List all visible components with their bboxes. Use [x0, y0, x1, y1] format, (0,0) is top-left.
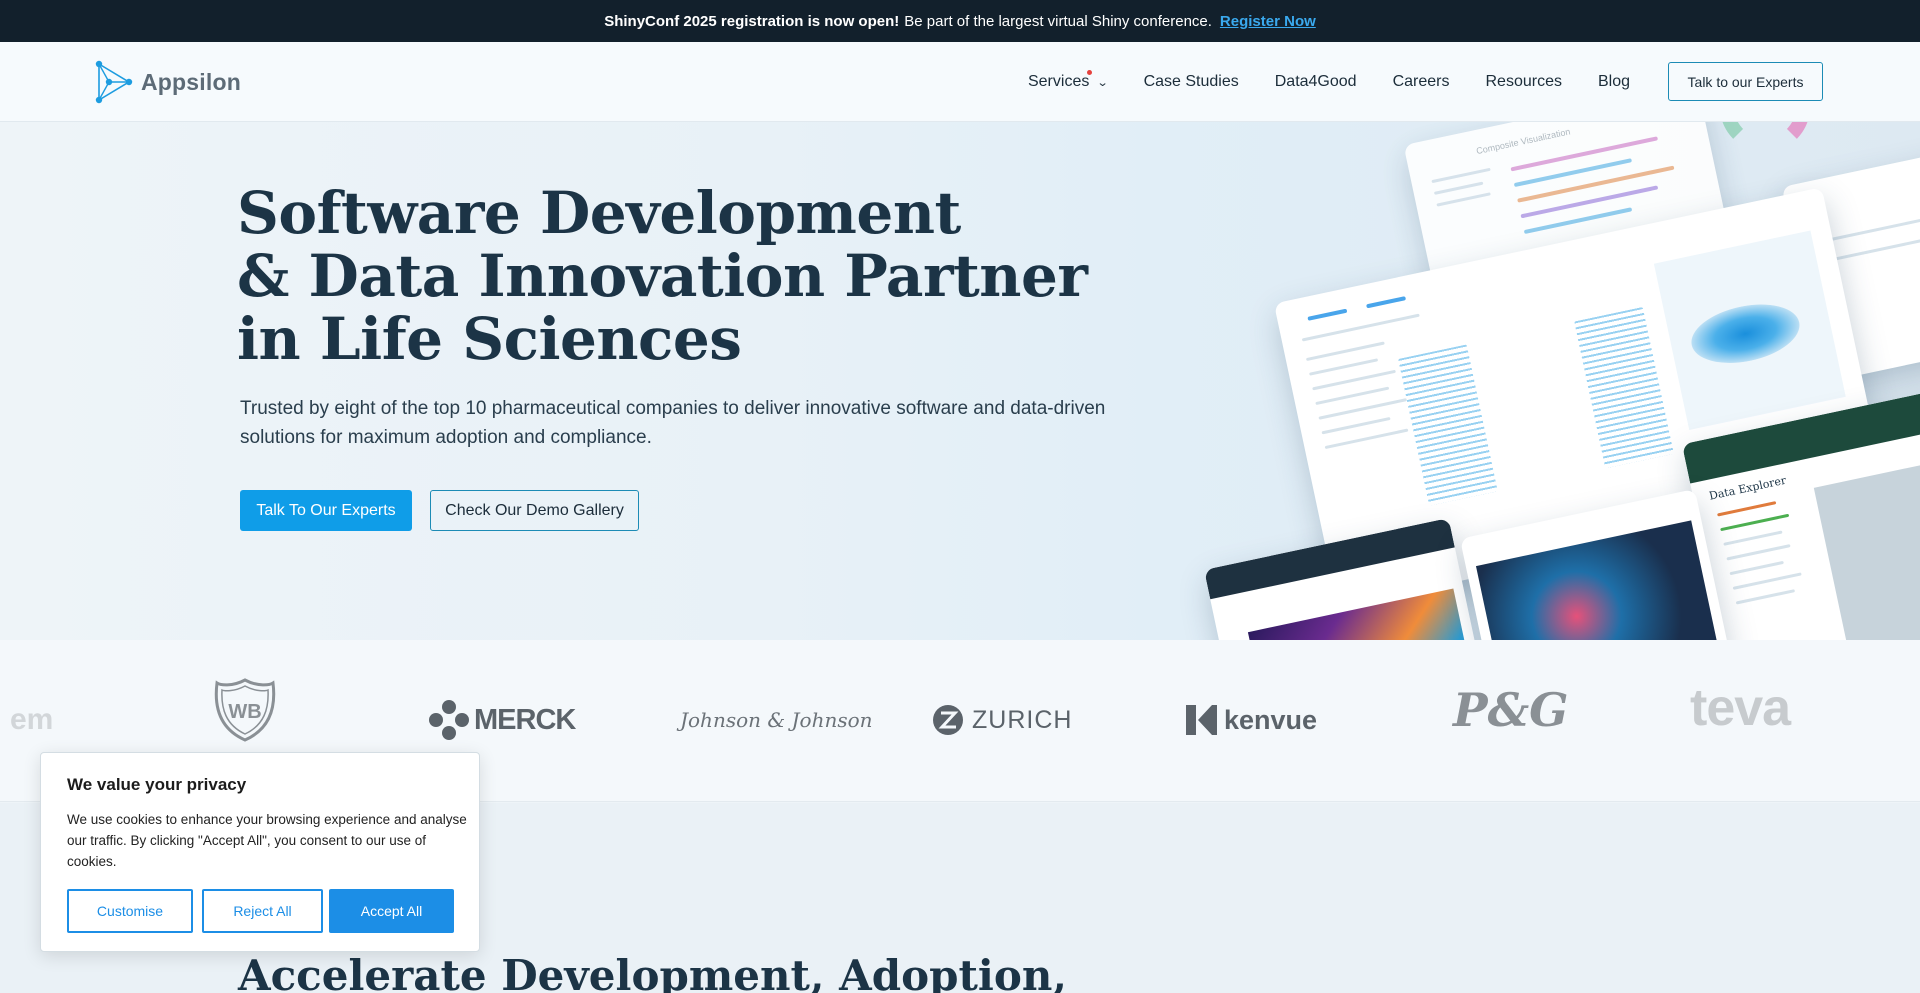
merck-mark-icon [429, 700, 469, 740]
reject-all-button[interactable]: Reject All [202, 889, 323, 933]
main-nav: Services ⌄ Case Studies Data4Good Career… [1028, 42, 1630, 122]
logo-zurich: ZURICH [932, 698, 1072, 742]
hero-title-line: & Data Innovation Partner [237, 242, 1088, 310]
nav-item-data4good[interactable]: Data4Good [1275, 73, 1357, 91]
hero-title-line: Software Development [237, 179, 961, 247]
zurich-mark-icon [933, 705, 963, 735]
announcement-bold: ShinyConf 2025 registration is now open! [604, 12, 900, 30]
logo-kenvue: kenvue [1184, 698, 1317, 742]
nav-item-services[interactable]: Services ⌄ [1027, 70, 1109, 91]
appsilon-logo-icon [95, 60, 133, 104]
kenvue-text: kenvue [1224, 704, 1318, 735]
cookie-title: We value your privacy [67, 775, 247, 794]
kenvue-mark-icon [1186, 705, 1217, 735]
nav-item-careers[interactable]: Careers [1393, 73, 1450, 91]
hero-title: Software Development & Data Innovation P… [237, 179, 1088, 373]
announcement-text: Be part of the largest virtual Shiny con… [904, 12, 1212, 30]
nav-item-label: Services [1027, 73, 1090, 90]
talk-to-experts-button[interactable]: Talk to our Experts [1668, 62, 1823, 101]
nav-item-blog[interactable]: Blog [1598, 73, 1630, 91]
customise-button[interactable]: Customise [67, 889, 193, 933]
hero-title-line: in Life Sciences [237, 305, 742, 373]
mockup-title: Data Explorer [1707, 473, 1788, 503]
logo[interactable]: Appsilon [95, 60, 241, 104]
mockup-title: Composite Visualization [1475, 126, 1572, 157]
logo-merck: MERCK [428, 698, 576, 742]
cookie-text: We use cookies to enhance your browsing … [67, 812, 467, 869]
hero-section: Software Development & Data Innovation P… [0, 122, 1920, 640]
logo-text: Appsilon [141, 68, 241, 95]
merck-text: MERCK [474, 703, 576, 736]
register-now-link[interactable]: Register Now [1220, 13, 1316, 30]
logo-teva: teva [1690, 679, 1791, 737]
cookie-consent-dialog: We value your privacy We use cookies to … [40, 752, 480, 952]
hero-subtitle: Trusted by eight of the top 10 pharmaceu… [240, 398, 1106, 448]
chevron-down-icon: ⌄ [1096, 76, 1109, 89]
logo-pg: P&G [1453, 683, 1569, 737]
logo-warner-bros: WB [212, 678, 278, 742]
logo-johnson-johnson: Johnson & Johnson [680, 708, 873, 732]
talk-to-our-experts-button[interactable]: Talk To Our Experts [240, 490, 412, 531]
nav-item-resources[interactable]: Resources [1485, 73, 1561, 91]
demo-gallery-button[interactable]: Check Our Demo Gallery [430, 490, 639, 531]
accept-all-button[interactable]: Accept All [329, 889, 454, 933]
site-header: Appsilon Services ⌄ Case Studies Data4Go… [0, 42, 1920, 122]
logo-em: em [10, 703, 54, 736]
warner-bros-shield-icon: WB [214, 678, 276, 742]
section-title: Accelerate Development, Adoption, [238, 951, 1068, 993]
nav-item-case-studies[interactable]: Case Studies [1144, 73, 1239, 91]
announcement-bar: ShinyConf 2025 registration is now open!… [0, 0, 1920, 42]
rainbow-arc-graphic [1720, 122, 1810, 152]
notification-dot [1086, 70, 1092, 75]
logo-wb-text: WB [228, 701, 261, 723]
zurich-text: ZURICH [972, 705, 1073, 734]
